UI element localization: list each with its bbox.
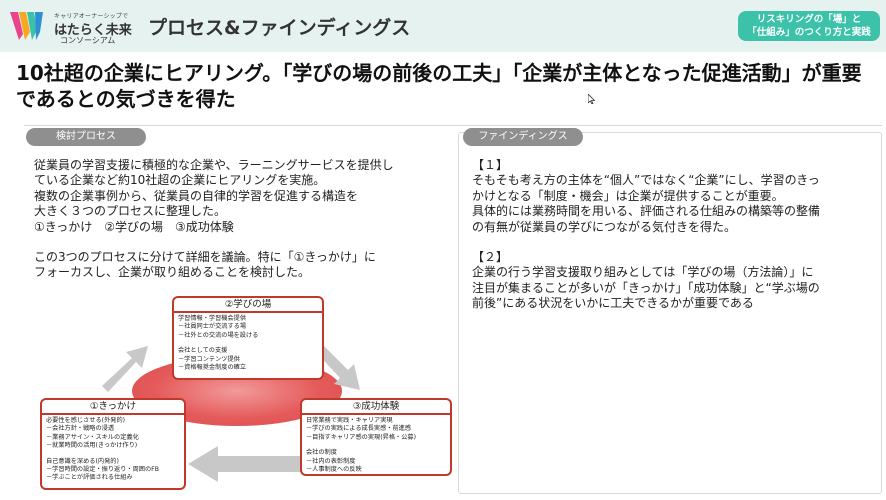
process-line: 大きく３つのプロセスに整理した。	[34, 204, 227, 219]
trigger-line: －業務アサイン・スキルの定義化	[46, 433, 139, 441]
success-experience-details: 日常業務で実践・キャリア実現 －学びの実践による成長実感・前進感 －目指すキャリ…	[302, 415, 450, 476]
finding-line: 【１】	[472, 158, 509, 172]
learning-line: －学習コンテンツ提供	[178, 355, 240, 363]
process-label: 検討プロセス	[26, 128, 146, 146]
learning-place-title: ②学びの場	[174, 298, 322, 313]
process-line: この3つのプロセスに分けて詳細を議論。特に「①きっかけ」に	[34, 250, 376, 265]
arrow-up-left-icon	[102, 346, 148, 392]
slide-heading: 10社超の企業にヒアリング。「学びの場の前後の工夫」「企業が主体となった促進活動…	[16, 61, 862, 111]
success-line: 会社の制度	[306, 449, 337, 457]
learning-place-box: ②学びの場 学習情報・学習機会提供 －社員同士が交流する場 －社外との交流の場を…	[172, 296, 324, 380]
success-line: －学びの実践による成長実感・前進感	[306, 425, 412, 433]
process-line: ①きっかけ ②学びの場 ③成功体験	[34, 219, 234, 234]
logo-subname: コンソーシアム	[60, 36, 116, 45]
learning-line: －社員同士が交流する場	[178, 323, 247, 331]
learning-line: 会社としての支援	[178, 347, 228, 355]
success-experience-title: ③成功体験	[302, 400, 450, 415]
finding-line: 注目が集まることが多いが「きっかけ」「成功体験」と“学ぶ場の	[472, 280, 820, 295]
finding-line: かけとなる「制度・機会」は企業が提供することが重要。	[472, 188, 784, 203]
finding-line: そもそも考え方の主体を“個人”ではなく“企業”にし、学習のきっ	[472, 173, 820, 188]
success-line: －社内の表彰制度	[306, 457, 356, 465]
process-line: フォーカスし、企業が取り組めることを検討した。	[34, 265, 311, 280]
process-description: 従業員の学習支援に積極的な企業や、ラーニングサービスを提供し ている企業など約1…	[34, 158, 444, 281]
finding-line: 企業の行う学習支援取り組みとしては「学びの場（方法論）」に	[472, 265, 814, 280]
trigger-line: －会社方針・戦略の浸透	[46, 425, 115, 433]
learning-place-details: 学習情報・学習機会提供 －社員同士が交流する場 －社外との交流の場を設ける 会社…	[174, 313, 322, 374]
mouse-cursor-icon	[588, 94, 596, 104]
learning-line: －資格報奨金制度の確立	[178, 364, 247, 372]
process-line: ている企業など約10社超の企業にヒアリングを実施。	[34, 173, 326, 188]
finding-line: 具体的には業務時間を用いる、評価される仕組みの構築等の整備	[472, 204, 821, 219]
process-line: 従業員の学習支援に積極的な企業や、ラーニングサービスを提供し	[34, 158, 394, 172]
arrow-left-icon	[188, 446, 304, 482]
content-divider	[24, 125, 882, 126]
learning-line: －社外との交流の場を設ける	[178, 331, 259, 339]
section-title: プロセス&ファインディングス	[148, 17, 411, 39]
success-line: －目指すキャリア感の実現(昇格・公募)	[306, 433, 417, 441]
findings-label: ファインディングス	[463, 128, 583, 146]
badge-line-1: リスキリングの「場」と	[756, 14, 862, 25]
trigger-line: －就業時間の活用(きっかけ作り)	[46, 442, 138, 450]
finding-line: 前後”にある状況をいかに工夫できるかが重要である	[472, 296, 754, 311]
success-experience-box: ③成功体験 日常業務で実践・キャリア実現 －学びの実践による成長実感・前進感 －…	[300, 398, 452, 476]
finding-line: の有無が従業員の学びにつながる気付きを得た。	[472, 219, 737, 234]
success-line: －人事制度への反映	[306, 466, 362, 474]
process-line: 複数の企業事例から、従業員の自律的学習を促進する構造を	[34, 188, 359, 203]
trigger-box: ①きっかけ 必要性を感じさせる(外発的) －会社方針・戦略の浸透 －業務アサイン…	[40, 398, 186, 490]
trigger-details: 必要性を感じさせる(外発的) －会社方針・戦略の浸透 －業務アサイン・スキルの定…	[42, 415, 184, 485]
trigger-line: 自己意識を深める(内発的)	[46, 457, 119, 465]
header-bar: キャリアオーナーシップで はたらく未来 コンソーシアム プロセス&ファインディン…	[0, 0, 886, 52]
trigger-line: －学ぶことが評価される仕組み	[46, 474, 133, 482]
process-cycle-diagram: ②学びの場 学習情報・学習機会提供 －社員同士が交流する場 －社外との交流の場を…	[38, 292, 458, 494]
finding-line: 【２】	[472, 250, 509, 265]
topic-badge: リスキリングの「場」と 「仕組み」のつくり方と実践	[738, 11, 880, 41]
trigger-title: ①きっかけ	[42, 400, 184, 415]
badge-line-2: 「仕組み」のつくり方と実践	[747, 27, 871, 38]
findings-description: 【１】 そもそも考え方の主体を“個人”ではなく“企業”にし、学習のきっ かけとな…	[472, 158, 872, 312]
consortium-logo: キャリアオーナーシップで はたらく未来 コンソーシアム	[10, 8, 132, 46]
w-logo-icon	[10, 12, 43, 40]
